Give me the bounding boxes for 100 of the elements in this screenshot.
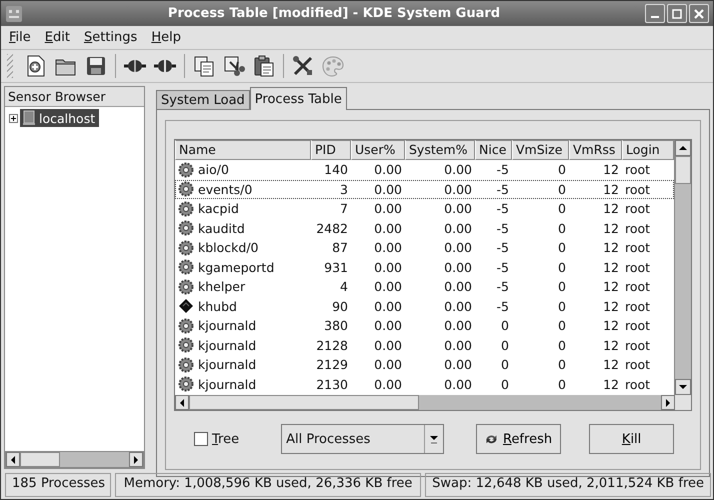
table-row[interactable]: aio/0 140 0.00 0.00 -5 0 12 root [175, 160, 674, 180]
table-cell-text: 12 [602, 279, 620, 294]
table-cell-text: root [624, 201, 652, 216]
column-header[interactable]: VmRss [569, 140, 622, 160]
copy-icon[interactable] [192, 54, 216, 78]
table-cell-text: root [624, 182, 652, 197]
table-cell-text: 0 [557, 162, 567, 178]
table-cell-text: 0.00 [373, 376, 403, 392]
gear-icon [178, 318, 194, 334]
tools-icon[interactable] [291, 54, 315, 78]
dropdown-arrow-icon[interactable] [430, 434, 438, 444]
table-cell-text: 0 [557, 201, 567, 216]
gear-icon [178, 356, 194, 373]
table-cell-text: 0.00 [373, 298, 403, 314]
table-row[interactable]: khelper 4 0.00 0.00 -5 0 12 root [175, 277, 674, 296]
menu-item[interactable]: Settings [84, 30, 138, 45]
table-cell-text: 0.00 [373, 318, 403, 334]
horizontal-scrollbar[interactable] [5, 451, 144, 468]
menu-item[interactable]: File [9, 30, 31, 45]
column-header[interactable]: VmSize [512, 140, 569, 160]
menu-item[interactable]: Edit [44, 30, 70, 45]
right-arrow-icon[interactable] [665, 398, 671, 406]
table-cell-text: 12 [602, 240, 620, 256]
table-row[interactable]: kjournald 2130 0.00 0.00 0 0 12 root [175, 374, 674, 394]
vertical-scrollbar[interactable] [674, 140, 691, 395]
kill-button[interactable]: Kill [589, 424, 674, 454]
table-cell: kgameportd [198, 260, 274, 275]
table-row[interactable]: khubd 90 0.00 0.00 -5 0 12 root [175, 296, 674, 316]
table-cell-text: 2129 [315, 357, 349, 372]
table-cell-text: 0.00 [373, 279, 403, 294]
table-cell-text: 0 [500, 338, 510, 353]
column-header[interactable]: User% [351, 140, 405, 160]
scrollbar-thumb[interactable] [189, 395, 419, 410]
table-row[interactable]: kgameportd 931 0.00 0.00 -5 0 12 root [175, 258, 674, 277]
table-cell-text: 0.00 [443, 260, 473, 275]
table-cell: kjournald [198, 338, 256, 353]
table-cell-text: 87 [331, 240, 349, 256]
right-arrow-icon[interactable] [133, 456, 140, 464]
tab[interactable]: System Load [156, 90, 250, 109]
column-header[interactable]: System% [405, 140, 475, 160]
refresh-button[interactable]: Refresh [476, 424, 562, 454]
table-row[interactable]: kjournald 380 0.00 0.00 0 0 12 root [175, 316, 674, 336]
scissors-icon[interactable] [222, 54, 246, 78]
table-cell-text: 0.00 [443, 182, 473, 197]
checkbox-label[interactable]: Tree [212, 432, 240, 446]
maximize-icon[interactable] [670, 6, 684, 20]
down-arrow-icon[interactable] [679, 384, 687, 390]
table-cell: events/0 [198, 182, 252, 197]
table-cell-text: 380 [323, 318, 349, 334]
column-header[interactable]: Login [622, 140, 674, 160]
column-header[interactable]: PID [311, 140, 351, 160]
table-cell: kblockd/0 [198, 240, 259, 256]
table-cell-text: root [624, 338, 652, 353]
table-cell-text: 0.00 [443, 279, 473, 294]
table-cell: kjournald [198, 376, 256, 392]
panel-header: Sensor Browser [5, 87, 144, 107]
menu-item[interactable]: Help [151, 30, 181, 45]
table-row[interactable]: events/0 3 0.00 0.00 -5 0 12 root [175, 180, 674, 199]
left-arrow-icon[interactable] [179, 398, 185, 406]
expander-icon[interactable] [9, 114, 18, 122]
clipboard-icon[interactable] [252, 54, 276, 78]
table-cell-text: 0.00 [443, 357, 473, 372]
table-cell: kacpid [198, 201, 239, 216]
table-cell: kauditd [198, 220, 245, 236]
table-cell-text: 0.00 [373, 220, 403, 236]
toolbar-grip[interactable] [7, 54, 13, 78]
column-header[interactable]: Nice [475, 140, 512, 160]
dropdown[interactable]: All Processes [281, 424, 444, 454]
table-cell-text: 0.00 [443, 240, 473, 256]
tab[interactable]: Process Table [250, 87, 347, 110]
tree-item[interactable]: localhost [20, 109, 100, 127]
table-row[interactable]: kjournald 2128 0.00 0.00 0 0 12 root [175, 336, 674, 355]
table-cell-text: 0.00 [373, 182, 403, 197]
table-row[interactable]: kjournald 2129 0.00 0.00 0 0 12 root [175, 355, 674, 374]
close-icon[interactable] [692, 6, 706, 20]
table-cell-text: 12 [602, 318, 620, 334]
maximize-button[interactable] [667, 4, 687, 23]
left-arrow-icon[interactable] [10, 456, 16, 464]
table-cell-text: 2130 [315, 376, 349, 392]
table-cell-text: 4 [339, 279, 349, 294]
column-header[interactable]: Name [175, 140, 311, 160]
table-cell-text: -5 [496, 279, 510, 294]
table-row[interactable]: kblockd/0 87 0.00 0.00 -5 0 12 root [175, 238, 674, 258]
close-button[interactable] [689, 4, 709, 23]
checkbox[interactable] [194, 432, 208, 446]
table-cell-text: 0.00 [443, 162, 473, 178]
gear-icon [178, 376, 194, 392]
table-row[interactable]: kauditd 2482 0.00 0.00 -5 0 12 root [175, 218, 674, 238]
up-arrow-icon[interactable] [679, 145, 687, 151]
table-cell-text: root [624, 318, 652, 334]
horizontal-scrollbar[interactable] [175, 395, 675, 410]
table-cell-text: 0 [500, 318, 510, 334]
table-cell-text: 0 [557, 318, 567, 334]
scrollbar-thumb[interactable] [675, 156, 691, 184]
minimize-button[interactable] [645, 4, 665, 23]
scrollbar-thumb[interactable] [20, 452, 60, 467]
table-row[interactable]: kacpid 7 0.00 0.00 -5 0 12 root [175, 199, 674, 218]
table-cell-text: root [624, 279, 652, 294]
table-cell-text: 12 [602, 201, 620, 216]
chip-icon [178, 298, 194, 314]
